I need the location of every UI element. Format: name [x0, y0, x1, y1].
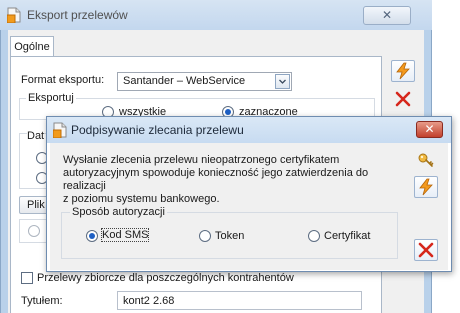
- dialog-cancel-button[interactable]: [414, 239, 438, 261]
- auth-method-group-label: Sposób autoryzacji: [70, 206, 167, 218]
- title-input-value: kont2 2.68: [123, 295, 175, 307]
- radio-auth-token-label[interactable]: Token: [215, 230, 244, 242]
- date-group-label: Dat: [27, 130, 45, 142]
- signing-dialog-body: Wysłanie zlecenia przelewu nieopatrzoneg…: [50, 143, 448, 270]
- export-group-label: Eksportuj: [26, 92, 76, 104]
- radio-auth-sms-label[interactable]: Kod SMS: [100, 228, 150, 242]
- file-button-label: Plik: [27, 199, 45, 211]
- export-window-title: Eksport przelewów: [27, 8, 128, 22]
- export-window-close-button[interactable]: ✕: [363, 6, 411, 25]
- cancel-button[interactable]: [391, 88, 415, 110]
- export-button[interactable]: [391, 60, 415, 82]
- signing-message-line: z poziomu systemu bankowego.: [63, 193, 220, 205]
- sign-send-button[interactable]: [414, 176, 438, 198]
- signing-dialog-title: Podpisywanie zlecania przelewu: [71, 123, 244, 137]
- format-label: Format eksportu:: [21, 74, 105, 86]
- key-button[interactable]: [414, 148, 438, 170]
- document-icon: [7, 7, 21, 23]
- bulk-transfer-checkbox[interactable]: [21, 272, 33, 284]
- radio-auth-sms[interactable]: [86, 230, 98, 242]
- format-select[interactable]: Santander – WebService: [117, 72, 292, 91]
- signing-dialog-close-button[interactable]: ✕: [416, 121, 443, 138]
- red-x-icon: [418, 242, 434, 258]
- signing-dialog: Podpisywanie zlecania przelewu ✕ Wysłani…: [46, 116, 452, 272]
- lightning-icon: [419, 178, 433, 196]
- signing-message-line: autoryzacyjnym spowoduje konieczność jeg…: [63, 167, 369, 192]
- title-input[interactable]: kont2 2.68: [117, 291, 362, 310]
- signing-dialog-titlebar[interactable]: Podpisywanie zlecania przelewu ✕: [47, 117, 451, 143]
- radio-auth-token[interactable]: [199, 230, 211, 242]
- radio-file-option[interactable]: [28, 225, 40, 237]
- radio-auth-certificate-label[interactable]: Certyfikat: [324, 230, 370, 242]
- document-icon: [53, 122, 67, 138]
- signing-message-line: Wysłanie zlecenia przelewu nieopatrzoneg…: [63, 154, 340, 166]
- lightning-icon: [396, 62, 410, 80]
- radio-auth-certificate[interactable]: [308, 230, 320, 242]
- title-label: Tytułem:: [21, 295, 63, 307]
- red-x-icon: [395, 91, 411, 107]
- chevron-down-icon[interactable]: [275, 74, 290, 89]
- tab-general[interactable]: Ogólne: [10, 36, 54, 57]
- file-button[interactable]: Plik: [19, 196, 49, 214]
- signing-message: Wysłanie zlecenia przelewu nieopatrzoneg…: [63, 154, 398, 206]
- key-icon: [418, 153, 434, 167]
- bulk-transfer-label[interactable]: Przelewy zbiorcze dla poszczególnych kon…: [37, 272, 294, 284]
- format-select-value: Santander – WebService: [123, 75, 246, 87]
